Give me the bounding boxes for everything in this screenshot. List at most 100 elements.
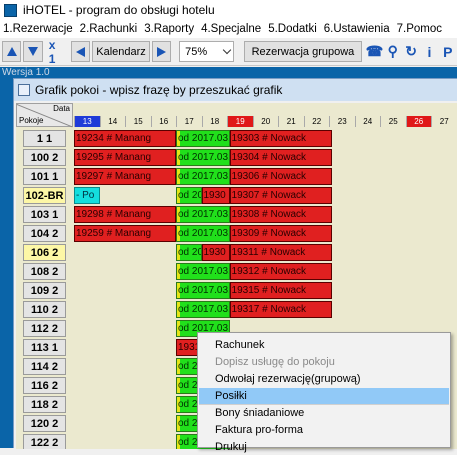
context-menu-item[interactable]: Drukuj	[199, 439, 449, 455]
zoom-select[interactable]: 75%	[179, 41, 234, 62]
room-row-header[interactable]: 104 2	[23, 225, 66, 242]
arrow-down-icon	[28, 47, 39, 56]
reservation-bar[interactable]: od 20	[176, 244, 202, 261]
reservation-bar[interactable]: od 2017.03.18	[176, 225, 230, 242]
reservation-label: 19308 # Nowack	[231, 209, 307, 220]
reservation-bar[interactable]: 19315 # Nowack	[229, 282, 332, 299]
reservation-bar[interactable]: 19298 # Manang	[74, 206, 176, 223]
room-row-header[interactable]: 114 2	[23, 358, 66, 375]
reservation-bar[interactable]: od 2017.03.18	[176, 301, 230, 318]
previous-day-button[interactable]	[70, 41, 91, 62]
room-row-header[interactable]: 102-BR	[23, 187, 66, 204]
reservation-bar[interactable]: 19306 # Nowack	[229, 168, 332, 185]
parking-icon[interactable]: P	[439, 41, 457, 62]
scroll-up-button[interactable]	[2, 41, 22, 62]
day-header[interactable]: 19	[227, 116, 253, 127]
room-row-header[interactable]: 113 1	[23, 339, 66, 356]
reservation-label: od 2017.03.18	[178, 285, 229, 296]
reservation-bar[interactable]: 19317 # Nowack	[229, 301, 332, 318]
group-reservation-button[interactable]: Rezerwacja grupowa	[243, 41, 363, 62]
step-size-label[interactable]: x 1	[49, 38, 65, 66]
reservation-bar[interactable]: 19309 # Nowack	[229, 225, 332, 242]
reservation-bar[interactable]: od 2017.03.18	[176, 149, 230, 166]
reservation-bar[interactable]: 19234 # Manang	[74, 130, 176, 147]
menu-rachunki[interactable]: 2.Rachunki	[80, 23, 138, 35]
calendar-button[interactable]: Kalendarz	[92, 41, 150, 62]
day-header[interactable]: 23	[329, 116, 355, 127]
room-row-header[interactable]: 110 2	[23, 301, 66, 318]
reservation-bar[interactable]: od 2017.03.18	[176, 206, 230, 223]
menu-dodatki[interactable]: 5.Dodatki	[268, 23, 317, 35]
reservation-bar[interactable]: 19259 # Manang	[74, 225, 176, 242]
context-menu-item[interactable]: Rachunek	[199, 337, 449, 353]
day-header[interactable]: 26	[405, 116, 431, 127]
reservation-label: od 2017.03.18	[178, 171, 229, 182]
day-header[interactable]: 14	[99, 116, 125, 127]
reservation-bar[interactable]: 19307 # Nowack	[229, 187, 332, 204]
reservation-bar[interactable]: 19311 # Nowack	[229, 244, 332, 261]
room-row-header[interactable]: 122 2	[23, 434, 66, 449]
reservation-bar[interactable]: 19297 # Manang	[74, 168, 176, 185]
reservation-bar[interactable]: 19303 # Nowack	[229, 130, 332, 147]
day-header[interactable]: 27	[431, 116, 457, 127]
room-row-header[interactable]: 116 2	[23, 377, 66, 394]
reservation-bar[interactable]: 19295 # Manang	[74, 149, 176, 166]
phone-icon[interactable]: ☎	[365, 41, 383, 62]
room-row-header[interactable]: 101 1	[23, 168, 66, 185]
reservation-label: 19315 # Nowack	[231, 285, 307, 296]
room-row-header[interactable]: 103 1	[23, 206, 66, 223]
day-header[interactable]: 18	[201, 116, 227, 127]
scroll-down-button[interactable]	[23, 41, 43, 62]
room-row-header[interactable]: 118 2	[23, 396, 66, 413]
refresh-icon[interactable]: ↻	[402, 41, 420, 62]
context-menu-item[interactable]: Faktura pro-forma	[199, 422, 449, 438]
room-row-header[interactable]: 109 2	[23, 282, 66, 299]
reservation-bar[interactable]: od 2017	[176, 187, 202, 204]
day-header[interactable]: 20	[252, 116, 278, 127]
app-titlebar: iHOTEL - program do obsługi hotelu	[0, 0, 457, 20]
room-row-header[interactable]: 108 2	[23, 263, 66, 280]
app-logo-icon	[4, 3, 17, 17]
room-row-header[interactable]: 120 2	[23, 415, 66, 432]
context-menu-item[interactable]: Bony śniadaniowe	[199, 405, 449, 421]
menu-specjalne[interactable]: 4.Specjalne	[201, 23, 261, 35]
reservation-bar[interactable]: 1930	[201, 244, 230, 261]
reservation-bar[interactable]: 19312 # Nowack	[229, 263, 332, 280]
room-row-header[interactable]: 100 2	[23, 149, 66, 166]
day-header[interactable]: 25	[380, 116, 406, 127]
room-row-header[interactable]: 106 2	[23, 244, 66, 261]
day-header[interactable]: 24	[354, 116, 380, 127]
reservation-bar[interactable]: 19304 # Nowack	[229, 149, 332, 166]
day-header[interactable]: 16	[150, 116, 176, 127]
reservation-label: od 2017.03.18	[178, 133, 229, 144]
context-menu-item[interactable]: Posiłki	[199, 388, 449, 404]
menu-raporty[interactable]: 3.Raporty	[144, 23, 194, 35]
reservation-label: 19295 # Manang	[76, 152, 152, 163]
reservation-label: od 2017.03.18	[178, 228, 229, 239]
mdi-background-label: Wersja 1.0	[2, 67, 50, 78]
menu-rezerwacje[interactable]: 1.Rezerwacje	[3, 23, 73, 35]
reservation-bar[interactable]: od 2017.03.18	[176, 282, 230, 299]
day-header[interactable]: 17	[176, 116, 202, 127]
room-row-header[interactable]: 1 1	[23, 130, 66, 147]
reservation-bar[interactable]: od 2017.03.18	[176, 130, 230, 147]
reservation-label: 19317 # Nowack	[231, 304, 307, 315]
search-icon[interactable]: ⚲	[384, 41, 402, 62]
day-header[interactable]: 21	[278, 116, 304, 127]
reservation-bar[interactable]: 1930	[201, 187, 230, 204]
reservation-bar[interactable]: od 2017.03.18	[176, 263, 230, 280]
menu-ustawienia[interactable]: 6.Ustawienia	[324, 23, 390, 35]
day-header[interactable]: 13	[74, 116, 100, 127]
reservation-bar[interactable]: od 2017.03.18	[176, 168, 230, 185]
reservation-bar[interactable]: 19308 # Nowack	[229, 206, 332, 223]
info-icon[interactable]: i	[420, 41, 438, 62]
menu-pomoc[interactable]: 7.Pomoc	[397, 23, 442, 35]
reservation-label: od 2017.03.18	[178, 304, 229, 315]
day-header[interactable]: 22	[303, 116, 329, 127]
room-row-header[interactable]: 112 2	[23, 320, 66, 337]
day-header[interactable]: 15	[125, 116, 151, 127]
reservation-context-menu: Rachunek Dopisz usługę do pokoju Odwołaj r…	[197, 332, 451, 453]
reservation-bar[interactable]: - Po	[74, 187, 100, 204]
context-menu-item[interactable]: Odwołaj rezerwację(grupową)	[199, 371, 449, 387]
next-day-button[interactable]	[151, 41, 172, 62]
